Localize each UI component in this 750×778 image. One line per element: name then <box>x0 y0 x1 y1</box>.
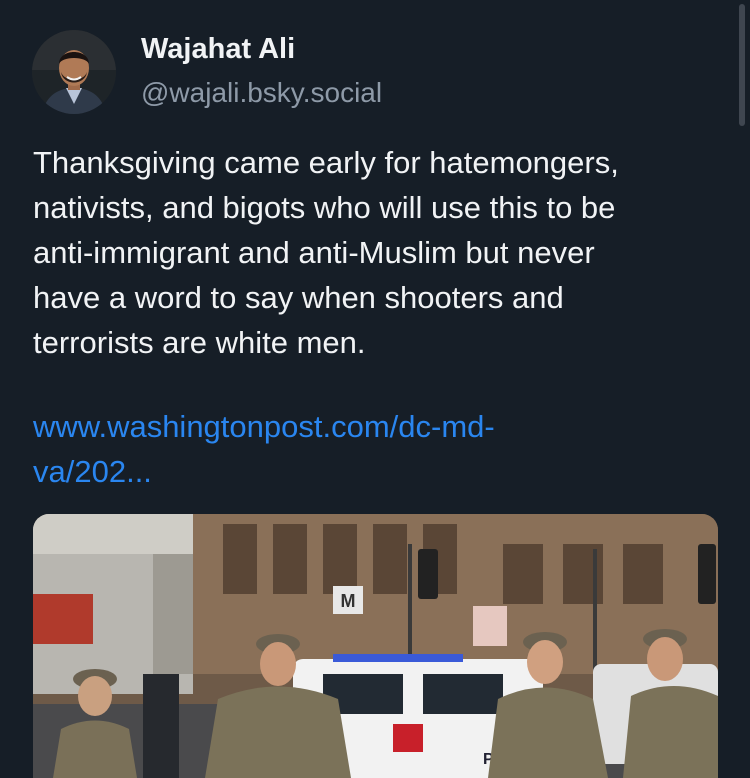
post-text-line: have a word to say when shooters and <box>33 280 564 315</box>
post-image[interactable]: M PO <box>33 514 718 778</box>
post-text-line: terrorists are white men. <box>33 325 366 360</box>
post-text-line: anti-immigrant and anti-Muslim but never <box>33 235 595 270</box>
avatar-photo <box>32 30 116 114</box>
author-display-name[interactable]: Wajahat Ali <box>141 33 295 66</box>
post-text-line: nativists, and bigots who will use this … <box>33 190 616 225</box>
post-text-line: Thanksgiving came early for hatemongers, <box>33 145 619 180</box>
post-author-avatar[interactable] <box>32 30 116 114</box>
post-link[interactable]: www.washingtonpost.com/dc-md- va/202... <box>33 404 733 494</box>
metro-sign-text: M <box>341 591 356 611</box>
scrollbar-thumb[interactable] <box>739 4 745 126</box>
author-handle[interactable]: @wajali.bsky.social <box>141 77 382 109</box>
post-link-line[interactable]: www.washingtonpost.com/dc-md- <box>33 404 733 449</box>
news-photo: M PO <box>33 514 718 778</box>
post-text: Thanksgiving came early for hatemongers,… <box>33 140 733 365</box>
post-link-line[interactable]: va/202... <box>33 449 733 494</box>
